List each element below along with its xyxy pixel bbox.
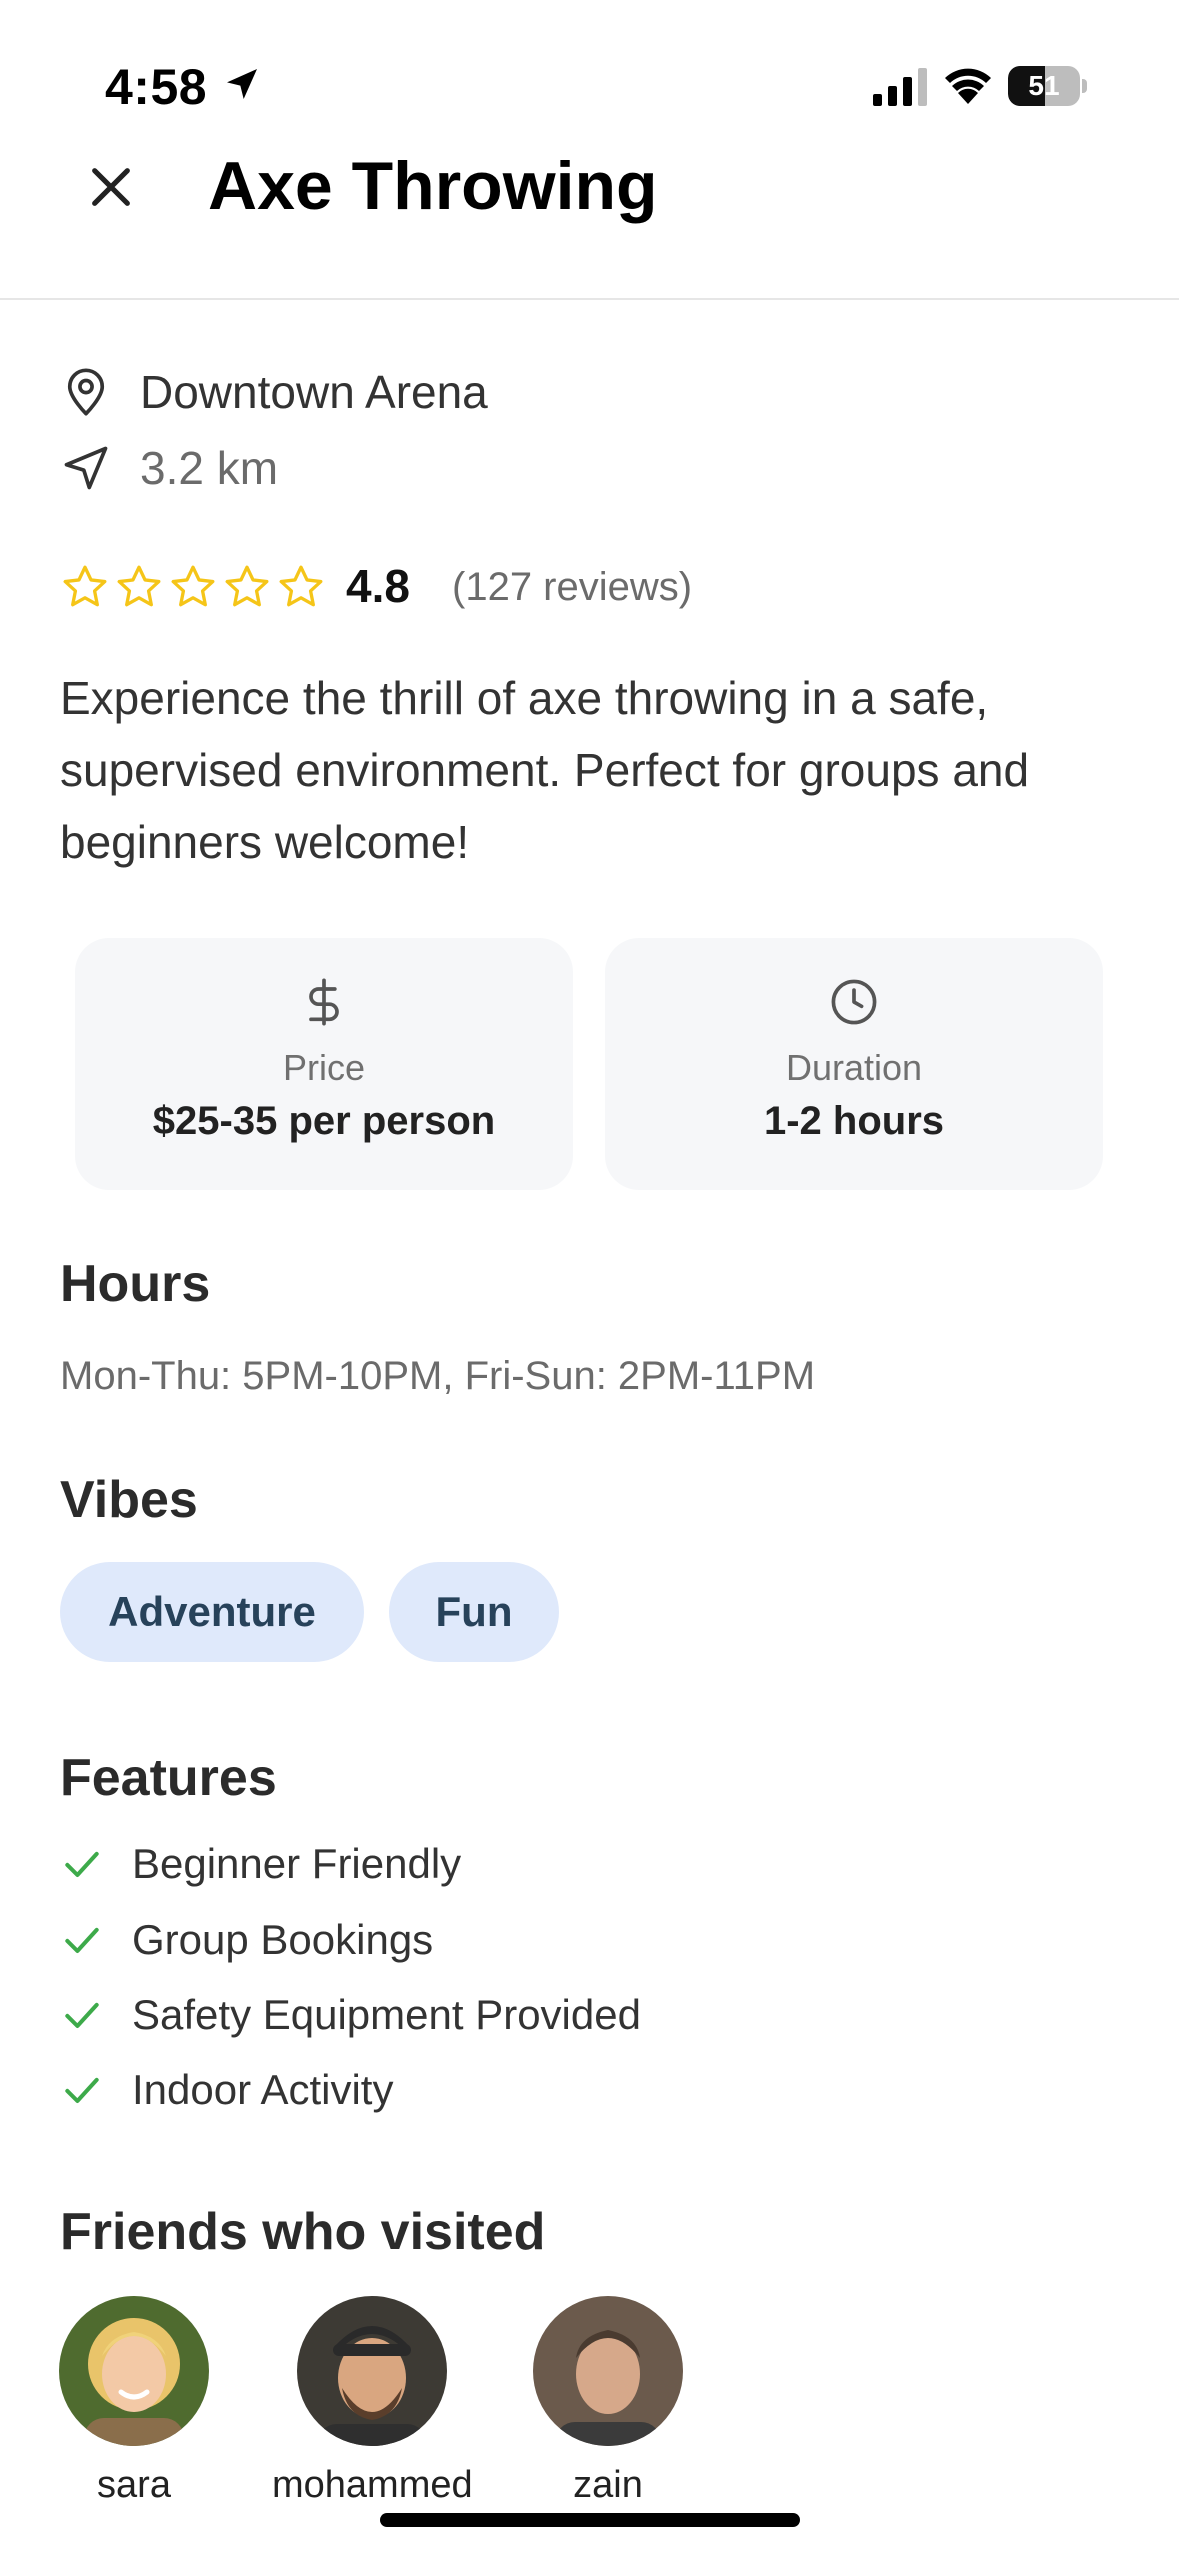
cellular-signal-icon	[873, 68, 927, 106]
feature-item: Indoor Activity	[60, 2060, 393, 2120]
vibe-chip-fun[interactable]: Fun	[389, 1562, 559, 1662]
feature-label: Beginner Friendly	[132, 1840, 462, 1887]
friend-sara[interactable]: sara	[34, 2296, 234, 2508]
star-icon	[225, 565, 269, 607]
feature-item: Safety Equipment Provided	[60, 1985, 641, 2045]
friend-zain[interactable]: zain	[508, 2296, 708, 2508]
clock-icon	[831, 979, 877, 1025]
duration-value: 1-2 hours	[763, 1099, 945, 1143]
close-button[interactable]	[76, 152, 146, 222]
vibe-chip-adventure[interactable]: Adventure	[60, 1562, 364, 1662]
price-value: $25-35 per person	[152, 1099, 496, 1143]
friend-name: mohammed	[272, 2464, 473, 2506]
checkmark-icon	[65, 2077, 99, 2104]
price-card: Price $25-35 per person	[75, 938, 573, 1190]
price-label: Price	[282, 1047, 366, 1088]
rating-score: 4.8	[346, 560, 410, 612]
close-icon	[92, 168, 130, 206]
location-arrow-icon	[227, 69, 257, 99]
duration-label: Duration	[785, 1047, 923, 1088]
battery-level: 51	[1028, 70, 1060, 101]
friend-name: zain	[573, 2464, 643, 2506]
feature-label: Indoor Activity	[132, 2066, 394, 2113]
status-time: 4:58	[105, 59, 208, 115]
feature-label: Safety Equipment Provided	[132, 1991, 641, 2038]
hours-title: Hours	[60, 1255, 211, 1313]
star-rating	[60, 562, 326, 612]
star-icon	[117, 565, 161, 607]
features-title: Features	[60, 1749, 277, 1807]
duration-card: Duration 1-2 hours	[605, 938, 1103, 1190]
navigation-arrow-icon	[64, 446, 108, 490]
dollar-icon	[309, 978, 339, 1026]
friend-name: sara	[97, 2464, 171, 2506]
checkmark-icon	[65, 1927, 99, 1954]
feature-item: Group Bookings	[60, 1910, 433, 1970]
friends-title: Friends who visited	[60, 2203, 546, 2261]
feature-label: Group Bookings	[132, 1916, 434, 1963]
checkmark-icon	[65, 2002, 99, 2029]
review-count[interactable]: (127 reviews)	[452, 560, 692, 614]
home-indicator[interactable]	[380, 2513, 800, 2527]
venue-name: Downtown Arena	[140, 366, 488, 418]
avatar	[297, 2296, 447, 2446]
friend-mohammed[interactable]: mohammed	[272, 2296, 473, 2508]
description: Experience the thrill of axe throwing in…	[60, 672, 1030, 868]
star-icon	[279, 565, 323, 607]
wifi-icon	[945, 68, 991, 104]
star-icon	[171, 565, 215, 607]
star-icon	[63, 565, 107, 607]
hours-text: Mon-Thu: 5PM-10PM, Fri-Sun: 2PM-11PM	[60, 1354, 816, 1398]
avatar	[533, 2296, 683, 2446]
battery-icon: 51	[1008, 66, 1087, 106]
vibes-title: Vibes	[60, 1471, 198, 1529]
checkmark-icon	[65, 1851, 99, 1878]
distance: 3.2 km	[140, 442, 279, 494]
status-bar: 4:58 51	[0, 0, 1179, 150]
feature-item: Beginner Friendly	[60, 1834, 461, 1894]
page-title: Axe Throwing	[208, 148, 658, 224]
map-pin-icon	[67, 368, 105, 416]
avatar	[59, 2296, 209, 2446]
